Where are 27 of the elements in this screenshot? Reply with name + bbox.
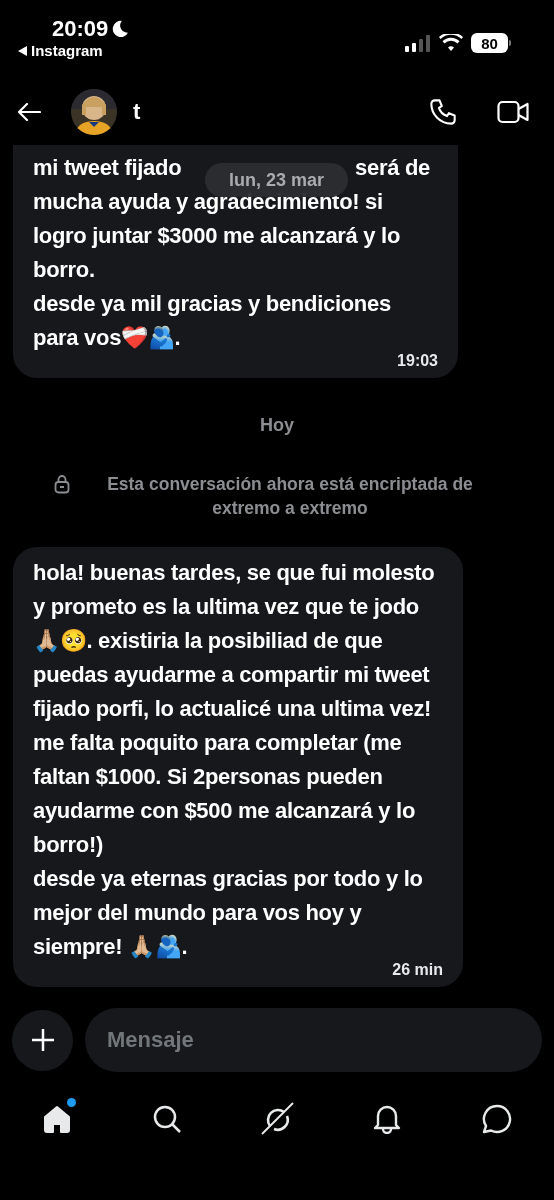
- plus-icon: [30, 1028, 55, 1052]
- home-icon[interactable]: [42, 1104, 72, 1134]
- phone-icon[interactable]: [429, 97, 457, 126]
- encryption-notice: Esta conversación ahora está encriptada de extremo a extremo: [106, 473, 474, 520]
- message-time: 19:03: [397, 352, 438, 370]
- clock-time: 20:09: [52, 16, 109, 42]
- message-text: hola! buenas tardes, se que fui molesto y prometo es la ultima vez que te jodo🙏🏼🥺. existiria la posibiliad de que puedas ayudarme a compartir mi tweet fijado porfi, lo actualicé una ultima vez! me falta poquito para completar (me faltan $1000. Si 2personas pueden ayudarme con $500 me alcanzará y lo borro!) desde ya eternas gracias por todo y lo mejor del mundo para vos hoy y siempre! 🙏🏼🫂.: [33, 559, 436, 961]
- lock-icon: [54, 474, 70, 494]
- back-triangle-icon[interactable]: [18, 46, 27, 56]
- signal-icon: [405, 34, 431, 52]
- bell-icon[interactable]: [373, 1104, 401, 1134]
- moon-icon: [111, 20, 130, 38]
- video-camera-icon[interactable]: [497, 99, 529, 124]
- message-time: 26 min: [392, 961, 443, 979]
- chat-bubble-icon[interactable]: [481, 1103, 513, 1135]
- message-text: será de: [355, 154, 430, 182]
- back-arrow-icon[interactable]: [17, 101, 41, 122]
- wifi-icon: [439, 34, 463, 52]
- date-pill: lun, 23 mar: [205, 163, 348, 197]
- day-divider: Hoy: [260, 414, 294, 437]
- message-text: mi tweet fijado: [33, 154, 182, 182]
- back-to-app-link[interactable]: Instagram: [31, 42, 103, 60]
- search-icon[interactable]: [152, 1104, 182, 1134]
- contact-name[interactable]: t: [133, 95, 141, 128]
- message-input-field[interactable]: Mensaje: [85, 1008, 542, 1072]
- slashed-circle-icon[interactable]: [260, 1102, 294, 1136]
- battery-indicator: 80: [471, 33, 508, 53]
